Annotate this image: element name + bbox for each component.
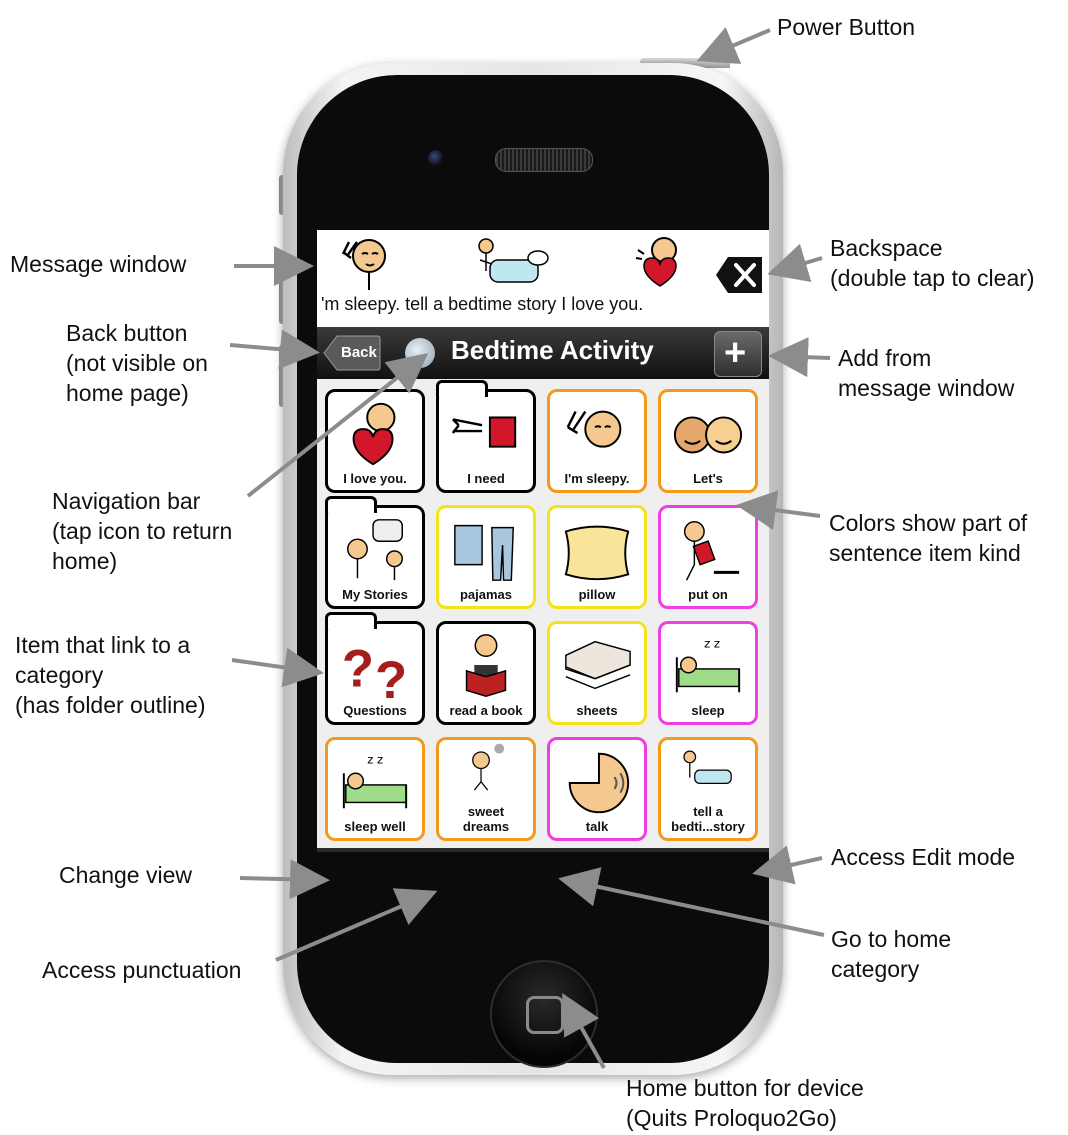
navigation-bar: Back Bedtime Activity +: [317, 327, 769, 379]
tile-label: read a book: [449, 703, 523, 718]
tile-label: Questions: [343, 703, 407, 718]
callout-go-home: Go to home category: [831, 926, 952, 982]
tile-label: tell a bedti...story: [671, 804, 745, 834]
app-screen: 'm sleepy. tell a bedtime story I love y…: [317, 230, 769, 852]
pajamas-icon: [454, 524, 515, 581]
put-on-icon: [683, 521, 740, 581]
faces-icon: [673, 416, 743, 454]
tile-label: I love you.: [343, 471, 407, 486]
callout-navigation-bar: Navigation bar (tap icon to return home): [52, 488, 233, 574]
tile-label: sleep: [691, 703, 725, 718]
svg-text:?: ?: [375, 651, 407, 702]
front-camera: [428, 150, 444, 166]
home-category-icon[interactable]: [405, 338, 435, 368]
symbol-tile[interactable]: talk: [547, 737, 647, 841]
arrow-power: [696, 27, 771, 64]
nav-title: Bedtime Activity: [451, 335, 654, 365]
need-icon: [451, 416, 517, 448]
symbol-tile[interactable]: I love you.: [325, 389, 425, 493]
talk-icon: [568, 752, 630, 814]
callout-access-punctuation: Access punctuation: [42, 957, 242, 983]
tile-label: sheets: [576, 703, 618, 718]
tile-label: My Stories: [342, 587, 408, 602]
heart-person-icon: [352, 402, 396, 466]
callout-access-edit: Access Edit mode: [831, 844, 1016, 870]
callout-colors: Colors show part of sentence item kind: [829, 510, 1028, 566]
symbol-tile[interactable]: pajamas: [436, 505, 536, 609]
message-text: 'm sleepy. tell a bedtime story I love y…: [321, 294, 644, 314]
symbol-tile[interactable]: I'm sleepy.: [547, 389, 647, 493]
love-you-icon: [635, 237, 677, 287]
tile-label: sweet dreams: [462, 804, 510, 834]
questions-icon: ??: [342, 639, 407, 702]
symbol-tile[interactable]: z z sleep: [658, 621, 758, 725]
symbol-tile[interactable]: My Stories: [325, 496, 425, 609]
svg-text:?: ?: [342, 639, 374, 698]
add-label: +: [724, 332, 747, 374]
sleepy-person-icon: [341, 239, 386, 290]
callout-item-link: Item that link to a category (has folder…: [15, 632, 206, 718]
sheets-icon: [565, 640, 631, 690]
pillow-icon: [564, 525, 630, 581]
arrow-add: [768, 337, 831, 378]
sleepy-icon: [566, 410, 622, 448]
svg-text:z z: z z: [704, 637, 720, 651]
symbol-tile[interactable]: ?? Questions: [325, 612, 425, 725]
tile-label: put on: [688, 587, 728, 602]
symbol-tile[interactable]: Let's: [658, 389, 758, 493]
symbol-tile[interactable]: sheets: [547, 621, 647, 725]
symbol-tile[interactable]: sweet dreams: [436, 737, 536, 841]
callout-backspace: Backspace (double tap to clear): [830, 235, 1035, 291]
device-home-button[interactable]: [490, 960, 598, 1068]
sleep-well-icon: z z: [342, 753, 408, 809]
tile-label: sleep well: [344, 819, 406, 834]
bedtime-story-icon: [478, 238, 549, 283]
callout-message-window: Message window: [10, 251, 187, 277]
tile-label: I'm sleepy.: [564, 471, 630, 486]
dreams-icon: [472, 743, 505, 791]
symbol-grid: I love you. I need I'm sleepy. Let's My Stor…: [317, 379, 769, 848]
back-button[interactable]: Back: [323, 335, 381, 371]
tile-label: Let's: [693, 471, 723, 486]
tile-label: pajamas: [459, 587, 513, 602]
symbol-tile[interactable]: z z sleep well: [325, 737, 425, 841]
add-from-message-button[interactable]: +: [714, 331, 762, 377]
callout-add-from-message: Add from message window: [838, 345, 1015, 401]
svg-text:z z: z z: [367, 753, 383, 767]
callout-power-button: Power Button: [777, 14, 916, 40]
message-window[interactable]: 'm sleepy. tell a bedtime story I love y…: [317, 230, 769, 327]
bottom-toolbar: , . ? !: [317, 848, 769, 852]
callout-change-view: Change view: [59, 862, 192, 888]
back-label: Back: [341, 344, 377, 361]
symbol-tile[interactable]: I need: [436, 380, 536, 493]
symbol-tile[interactable]: tell a bedti...story: [658, 737, 758, 841]
story-icon: [683, 750, 732, 785]
backspace-icon[interactable]: [714, 255, 764, 295]
stories-icon: [347, 519, 403, 581]
symbol-tile[interactable]: pillow: [547, 505, 647, 609]
read-book-icon: [465, 634, 507, 697]
tile-label: pillow: [578, 587, 616, 602]
tile-label: I need: [467, 471, 505, 486]
home-square-icon: [526, 996, 564, 1034]
tile-label: talk: [585, 819, 609, 834]
earpiece-speaker: [495, 148, 593, 172]
callout-home-device: Home button for device (Quits Proloquo2G…: [626, 1075, 864, 1131]
symbol-tile[interactable]: put on: [658, 505, 758, 609]
sleep-icon: z z: [675, 637, 741, 693]
callout-back-button: Back button (not visible on home page): [66, 320, 208, 406]
symbol-tile[interactable]: read a book: [436, 621, 536, 725]
